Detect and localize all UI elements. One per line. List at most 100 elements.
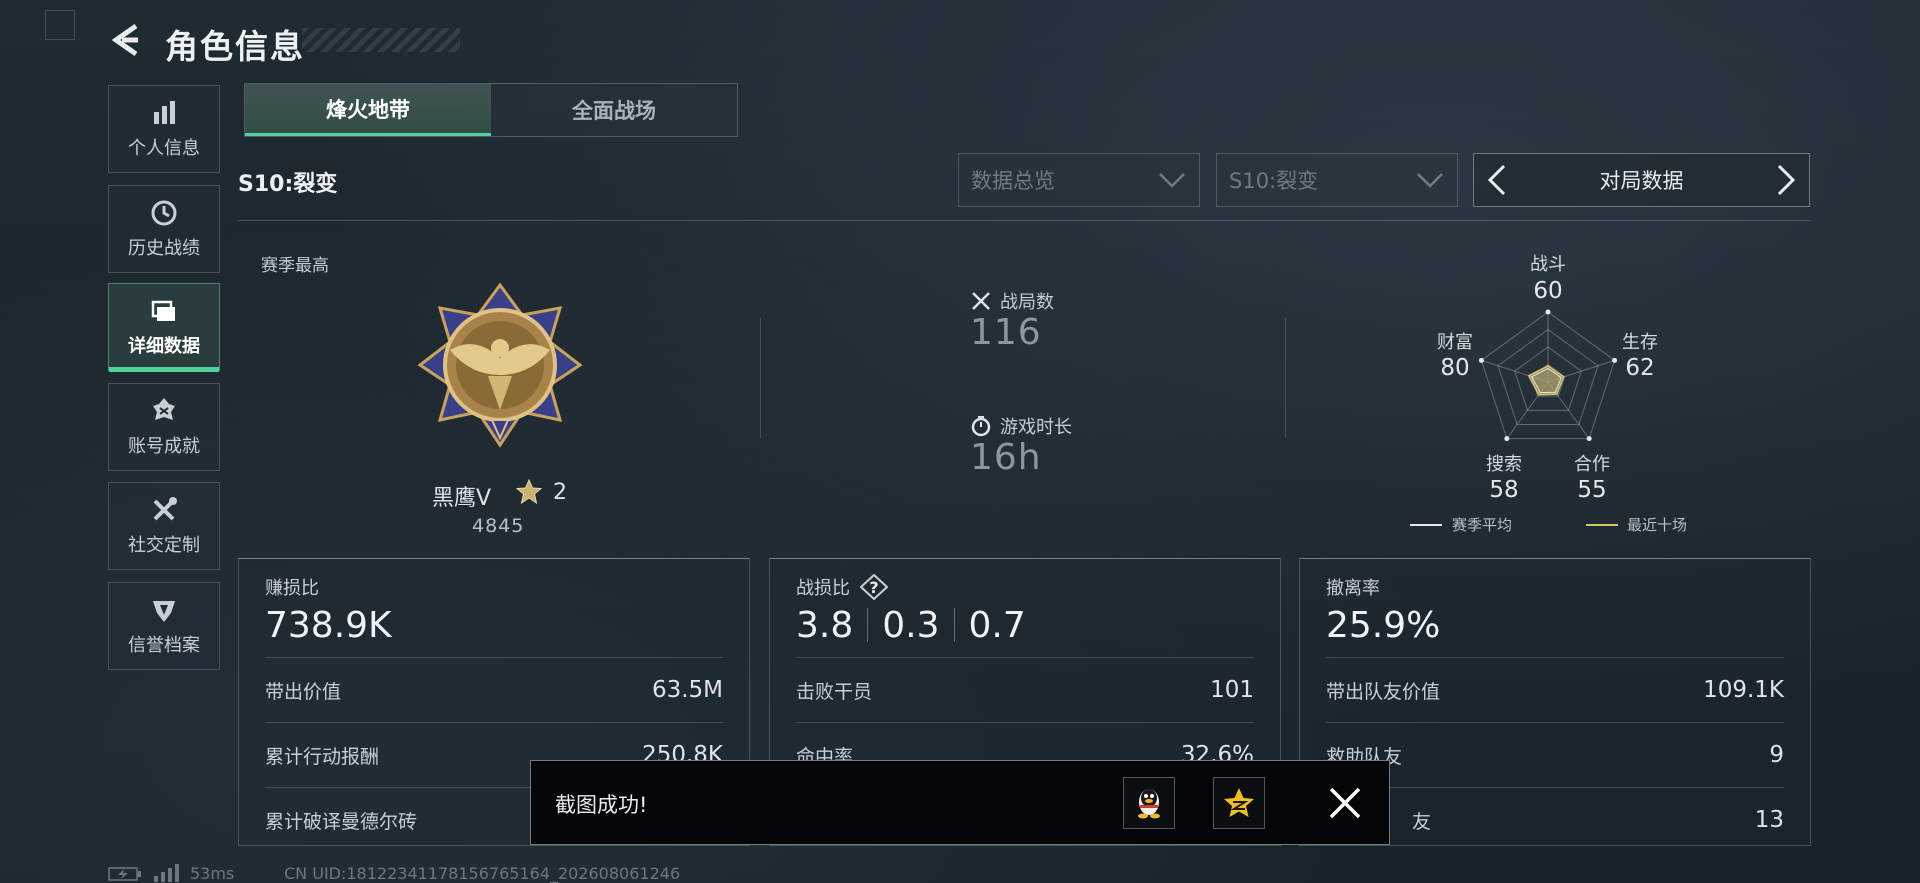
legend-recent: 最近十场 xyxy=(1627,516,1688,534)
row-value: 63.5M xyxy=(651,677,723,703)
legend-swatch-recent xyxy=(1586,524,1618,526)
sidebar-item-label: 信誉档案 xyxy=(128,635,200,656)
tab-battlefield[interactable]: 全面战场 xyxy=(491,84,737,136)
crossed-swords-icon xyxy=(972,292,990,310)
ping-value: 53ms xyxy=(190,864,235,883)
season-dropdown[interactable]: S10:裂变 xyxy=(1216,153,1458,207)
title-decoration xyxy=(302,28,460,52)
sidebar-item-detailed-data[interactable]: 详细数据 xyxy=(108,283,220,372)
legend-season: 赛季平均 xyxy=(1452,516,1513,534)
radar-value: 62 xyxy=(1625,355,1655,381)
svg-text:?: ? xyxy=(869,578,878,597)
combat-header: 战损比 ? xyxy=(796,574,1254,600)
matches-label: 战局数 xyxy=(1000,292,1054,313)
sidebar-item-label: 账号成就 xyxy=(128,436,200,457)
row-label: 带出队友价值 xyxy=(1326,680,1441,703)
rank-badge-eagle-icon xyxy=(417,282,583,448)
stat-row: 带出价值 63.5M xyxy=(265,657,723,722)
toast-message: 截图成功! xyxy=(555,793,648,817)
kd-value: 3.8 xyxy=(796,604,854,646)
stopwatch-icon xyxy=(971,416,991,437)
radar-value: 80 xyxy=(1440,355,1470,381)
back-arrow-icon[interactable] xyxy=(108,22,144,58)
season-best-label: 赛季最高 xyxy=(261,256,329,276)
qzone-star-icon xyxy=(1224,788,1254,817)
profit-label: 赚损比 xyxy=(265,578,319,599)
radar-value: 55 xyxy=(1577,477,1607,503)
radar-value: 58 xyxy=(1489,477,1519,503)
sidebar-item-personal-info[interactable]: 个人信息 xyxy=(108,85,220,173)
clock-icon xyxy=(151,200,177,226)
qq-penguin-icon xyxy=(1138,789,1160,819)
rank-name: 黑鹰V xyxy=(432,486,492,511)
stat-row: 救助队友 9 xyxy=(1326,722,1784,787)
row-value: 101 xyxy=(1210,677,1254,703)
dropdown-value: 数据总览 xyxy=(971,169,1055,193)
star-icon xyxy=(515,478,543,505)
chevron-left-icon[interactable] xyxy=(1484,163,1510,197)
radar-label: 财富 xyxy=(1437,332,1473,353)
header-divider xyxy=(238,220,1810,221)
radar-axis-dot xyxy=(1586,436,1592,442)
dropdown-value: S10:裂变 xyxy=(1229,169,1319,193)
stat-row: 友 13 xyxy=(1326,787,1784,852)
help-icon[interactable]: ? xyxy=(860,574,888,600)
folder-icon xyxy=(151,300,175,321)
radar-label: 合作 xyxy=(1574,454,1610,475)
uid-text: CN UID:18122341178156765164_202608061246 xyxy=(284,864,681,883)
profit-value: 738.9K xyxy=(265,604,392,646)
tools-icon xyxy=(153,497,177,521)
sidebar-item-social[interactable]: 社交定制 xyxy=(108,482,220,570)
share-qq-button[interactable] xyxy=(1123,777,1175,829)
section-divider xyxy=(1285,318,1286,438)
radar-axis-dot xyxy=(1612,357,1618,363)
rank-star-count: 2 xyxy=(553,480,567,505)
corner-decoration xyxy=(45,10,75,40)
kd-value: 0.7 xyxy=(968,604,1026,646)
matches-value: 116 xyxy=(970,312,1042,353)
data-type-dropdown[interactable]: 数据总览 xyxy=(958,153,1200,207)
combat-values: 3.8 0.3 0.7 xyxy=(796,603,1254,647)
signal-icon xyxy=(154,864,179,882)
kd-value: 0.3 xyxy=(882,604,940,646)
page-title: 角色信息 xyxy=(165,27,305,66)
sidebar-item-label: 详细数据 xyxy=(128,336,200,357)
sidebar-item-label: 个人信息 xyxy=(128,138,200,159)
legend-swatch-season xyxy=(1410,524,1442,526)
medal-icon xyxy=(153,398,175,420)
row-label: 累计行动报酬 xyxy=(265,745,380,768)
row-value: 109.1K xyxy=(1703,677,1784,703)
radar-axis-dot xyxy=(1478,357,1484,363)
stat-row: 带出队友价值 109.1K xyxy=(1326,657,1784,722)
shield-icon xyxy=(153,601,175,622)
pager-label: 对局数据 xyxy=(1599,169,1684,193)
sidebar-item-label: 历史战绩 xyxy=(128,238,200,259)
mode-tabs: 烽火地带 全面战场 xyxy=(244,83,738,137)
row-label: 带出价值 xyxy=(265,680,342,703)
radar-label: 战斗 xyxy=(1530,254,1566,275)
row-value: 13 xyxy=(1754,807,1784,833)
radar-label: 生存 xyxy=(1622,332,1658,353)
tab-firezone[interactable]: 烽火地带 xyxy=(245,84,491,136)
radar-label: 搜索 xyxy=(1486,454,1522,475)
stat-row: 击败干员 101 xyxy=(796,657,1254,722)
sidebar-item-credit[interactable]: 信誉档案 xyxy=(108,582,220,670)
playtime-label: 游戏时长 xyxy=(1000,417,1072,438)
row-label: 累计破译曼德尔砖 xyxy=(265,810,418,833)
sidebar-item-history[interactable]: 历史战绩 xyxy=(108,185,220,273)
bar-chart-icon xyxy=(154,101,175,124)
row-value: 9 xyxy=(1769,742,1784,768)
sidebar-item-achievements[interactable]: 账号成就 xyxy=(108,383,220,471)
radar-value: 60 xyxy=(1533,278,1563,304)
combat-label: 战损比 xyxy=(796,578,850,599)
value-separator xyxy=(867,608,869,642)
radar-axis-dot xyxy=(1545,309,1551,315)
battery-icon xyxy=(108,867,141,881)
sidebar-item-label: 社交定制 xyxy=(128,535,200,556)
chevron-right-icon[interactable] xyxy=(1773,163,1799,197)
ability-radar-chart xyxy=(1478,309,1618,442)
extract-label: 撤离率 xyxy=(1326,578,1380,599)
chevron-down-icon xyxy=(1417,173,1443,188)
share-qzone-button[interactable] xyxy=(1213,777,1265,829)
close-icon[interactable] xyxy=(1325,783,1365,823)
